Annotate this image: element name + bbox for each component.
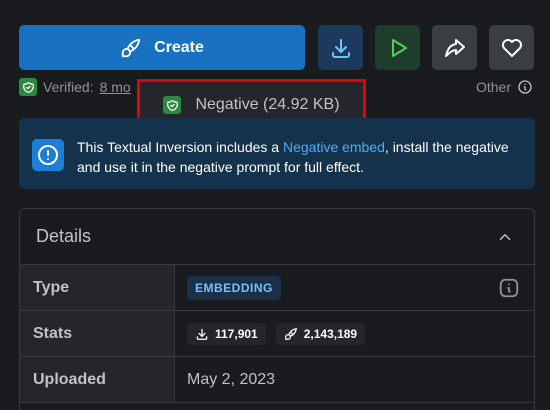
alert-circle-icon [32,139,64,171]
download-icon [196,328,208,340]
verified-status: Verified: 8 mo [19,78,131,96]
create-button[interactable]: Create [19,25,305,70]
generations-count: 2,143,189 [303,326,358,341]
shield-check-icon [19,78,37,96]
popover-file-label: Negative (24.92 KB) [195,96,340,113]
license-label: Other [475,79,511,95]
shield-check-icon [163,96,182,114]
info-icon[interactable] [498,277,520,299]
details-title: Details [36,226,92,246]
verified-label: Verified: [43,79,94,95]
brush-icon [121,38,141,57]
type-label: Type [20,265,175,310]
license-info[interactable]: Other [476,78,533,96]
heart-icon [501,38,522,57]
type-badge: EMBEDDING [187,275,281,300]
stats-label: Stats [20,311,175,356]
share-button[interactable] [432,25,477,70]
verified-date[interactable]: 8 mo [100,79,131,95]
download-button[interactable] [318,25,363,70]
downloads-count: 117,901 [215,326,258,341]
uploaded-date: May 2, 2023 [187,370,276,388]
stats-row: Stats 117,901 2,143,189 [20,311,534,357]
generate-button[interactable] [375,25,420,70]
details-header[interactable]: Details [20,209,534,265]
info-circle-icon [518,80,532,94]
download-icon [331,38,350,58]
brush-icon [284,327,297,340]
share-icon [444,38,465,57]
uploaded-label: Uploaded [20,357,175,402]
type-row: Type EMBEDDING [20,265,534,311]
chevron-up-icon[interactable] [496,228,514,246]
play-icon [391,38,407,57]
downloads-stat: 117,901 [187,322,266,345]
negative-embed-alert: This Textual Inversion includes a Negati… [19,118,535,189]
details-card: Details Type EMBEDDING Stats 117,901 2,1… [19,208,535,410]
uploaded-row: Uploaded May 2, 2023 [20,357,534,403]
like-button[interactable] [489,25,534,70]
generations-stat: 2,143,189 [275,322,366,345]
create-button-label: Create [154,38,204,56]
negative-embed-link[interactable]: Negative embed [283,139,385,155]
alert-text-before: This Textual Inversion includes a [77,139,283,155]
